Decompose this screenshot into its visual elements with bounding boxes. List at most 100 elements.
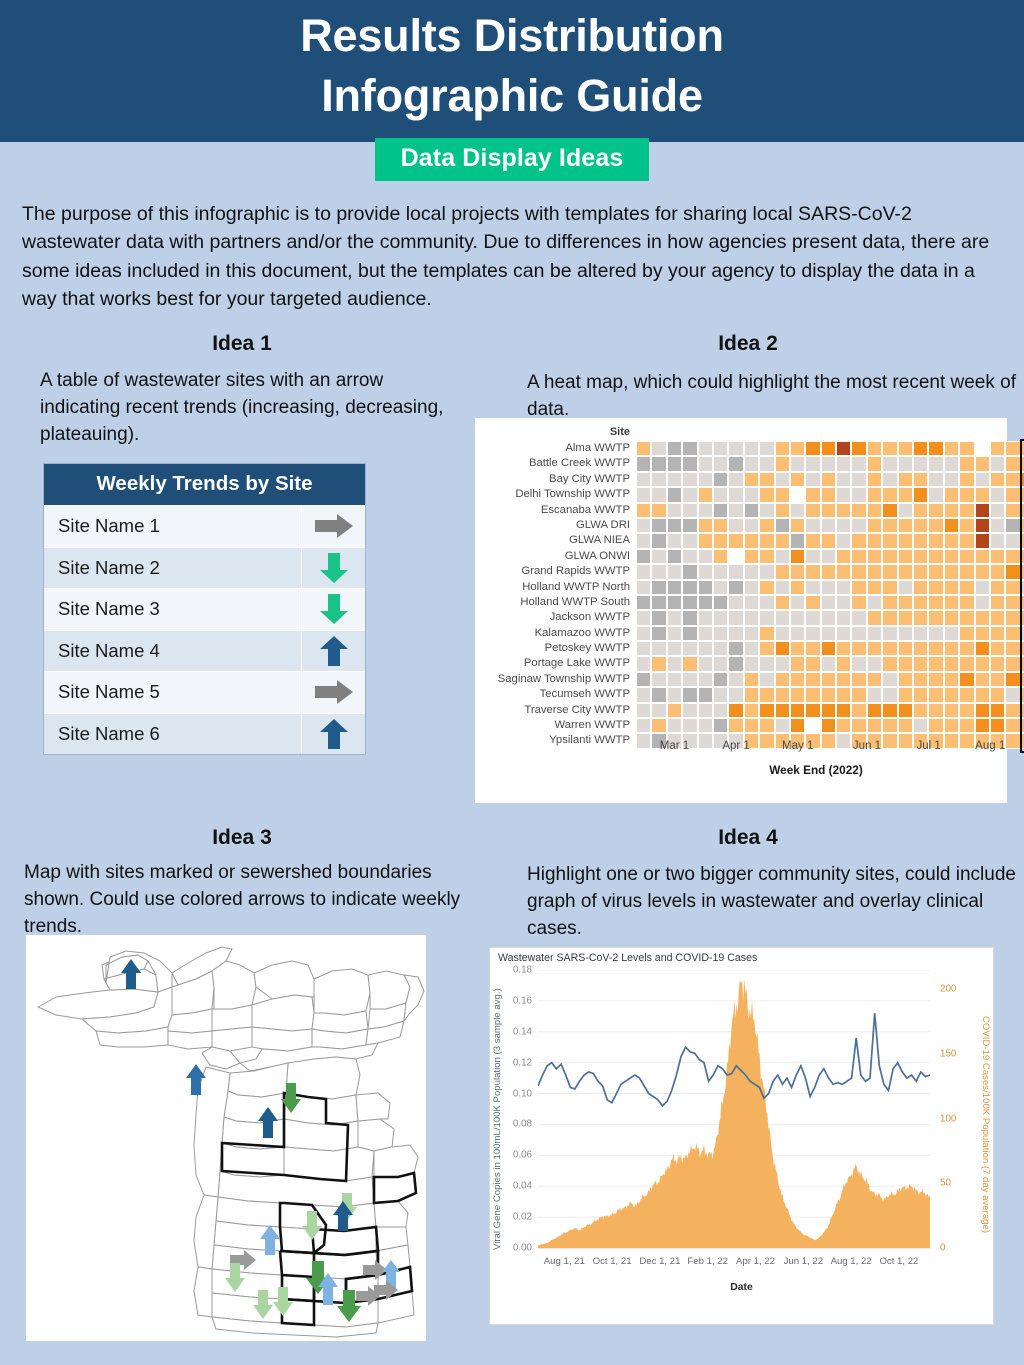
heatmap-cell bbox=[805, 471, 821, 488]
heatmap-cell bbox=[682, 548, 698, 565]
heatmap-cell bbox=[820, 702, 837, 719]
heatmap-cell bbox=[636, 718, 652, 734]
chart-y-tick-left: 0.16 bbox=[512, 995, 532, 1007]
heatmap-x-tick: Jun 1 bbox=[852, 740, 882, 752]
heatmap-cell bbox=[974, 641, 990, 657]
chart-y-tick-left: 0.18 bbox=[512, 964, 532, 976]
chart-title: Wastewater SARS-CoV-2 Levels and COVID-1… bbox=[498, 952, 758, 964]
heatmap-cell bbox=[943, 441, 960, 457]
heatmap-cell bbox=[666, 456, 683, 472]
heatmap-cell bbox=[651, 502, 667, 518]
heatmap-cell bbox=[866, 456, 883, 472]
heatmap-cell bbox=[820, 579, 837, 595]
heatmap-cell bbox=[666, 671, 683, 688]
heatmap-cell bbox=[651, 594, 667, 611]
heatmap-cell bbox=[959, 471, 975, 488]
heatmap-cell bbox=[1005, 579, 1021, 595]
heatmap-cell bbox=[974, 579, 990, 595]
heatmap-cell bbox=[897, 441, 914, 457]
michigan-map-svg bbox=[36, 946, 425, 1338]
page-title-line2: Infographic Guide bbox=[321, 69, 703, 121]
heatmap-cell bbox=[774, 718, 790, 734]
heatmap-cell bbox=[820, 487, 837, 503]
heatmap-cell bbox=[697, 625, 713, 642]
heatmap-cell bbox=[836, 517, 852, 534]
heatmap-cell bbox=[805, 610, 821, 626]
heatmap-cell bbox=[1005, 641, 1021, 657]
heatmap-cell bbox=[789, 641, 806, 657]
heatmap-cell bbox=[820, 533, 837, 549]
heatmap-cell bbox=[897, 687, 914, 703]
heatmap-cell bbox=[759, 441, 775, 457]
heatmap-cell bbox=[943, 687, 960, 703]
heatmap-cell bbox=[682, 533, 698, 549]
heatmap-cell bbox=[959, 579, 975, 595]
heatmap-cell bbox=[651, 533, 667, 549]
heatmap-cell bbox=[913, 456, 929, 472]
heatmap-cell bbox=[913, 533, 929, 549]
heatmap-cell bbox=[743, 656, 760, 672]
heatmap-cell bbox=[666, 564, 683, 580]
heatmap-cell bbox=[836, 610, 852, 626]
heatmap-cell bbox=[866, 687, 883, 703]
heatmap-cell bbox=[728, 718, 744, 734]
heatmap-cell bbox=[636, 487, 652, 503]
heatmap-cell bbox=[728, 471, 744, 488]
heatmap-cell bbox=[866, 579, 883, 595]
chart-x-tick: Oct 1, 22 bbox=[879, 1256, 919, 1267]
heatmap-cell bbox=[712, 548, 729, 565]
heatmap-cell bbox=[974, 471, 990, 488]
heatmap-cell bbox=[943, 456, 960, 472]
heatmap-cell bbox=[712, 656, 729, 672]
site-name: Site Name 5 bbox=[58, 681, 160, 703]
heatmap-cell bbox=[989, 671, 1006, 688]
heatmap-cell bbox=[866, 671, 883, 688]
heatmap-cell bbox=[851, 533, 867, 549]
heatmap-cell bbox=[774, 579, 790, 595]
heatmap-cell bbox=[712, 441, 729, 457]
heatmap-cell bbox=[913, 564, 929, 580]
heatmap-row-label: Grand Rapids WWTP bbox=[521, 565, 630, 578]
heatmap-cell bbox=[989, 487, 1006, 503]
heatmap-cell bbox=[1005, 718, 1021, 734]
heatmap-cell bbox=[989, 641, 1006, 657]
heatmap-cell bbox=[974, 517, 990, 534]
heatmap-cell bbox=[974, 456, 990, 472]
idea-4-title: Idea 4 bbox=[718, 826, 778, 849]
heatmap-cell bbox=[636, 687, 652, 703]
heatmap-cell bbox=[1005, 471, 1021, 488]
heatmap-cell bbox=[943, 702, 960, 719]
heatmap-cell bbox=[636, 641, 652, 657]
heatmap-cell bbox=[1005, 671, 1021, 688]
heatmap-cell bbox=[743, 702, 760, 719]
chart-y-tick-left: 0.12 bbox=[512, 1057, 532, 1069]
heatmap-cell bbox=[759, 533, 775, 549]
heatmap-cell bbox=[759, 471, 775, 488]
heatmap-cell bbox=[928, 687, 944, 703]
heatmap-cell bbox=[682, 641, 698, 657]
heatmap-cell bbox=[928, 517, 944, 534]
chart-x-tick: Dec 1, 21 bbox=[639, 1256, 681, 1267]
heatmap-cell bbox=[666, 687, 683, 703]
chart-x-tick: Oct 1, 21 bbox=[592, 1256, 632, 1267]
heatmap-cell bbox=[774, 471, 790, 488]
heatmap-cell bbox=[820, 471, 837, 488]
heatmap-cell bbox=[666, 610, 683, 626]
heatmap-cell bbox=[651, 548, 667, 565]
heatmap-cell bbox=[666, 548, 683, 565]
heatmap-cell bbox=[728, 517, 744, 534]
heatmap-cell bbox=[851, 548, 867, 565]
heatmap-cell bbox=[697, 456, 713, 472]
heatmap-cell bbox=[743, 671, 760, 688]
heatmap-cell bbox=[913, 517, 929, 534]
heatmap-cell bbox=[836, 487, 852, 503]
heatmap-cell bbox=[913, 702, 929, 719]
table-row: Site Name 2 bbox=[44, 546, 365, 588]
heatmap-cell bbox=[959, 718, 975, 734]
heatmap-cell bbox=[836, 502, 852, 518]
heatmap-row-label: Ypsilanti WWTP bbox=[549, 734, 630, 747]
heatmap-cell bbox=[636, 517, 652, 534]
heatmap-cell bbox=[805, 671, 821, 688]
heatmap-cell bbox=[913, 471, 929, 488]
heatmap-grid bbox=[636, 441, 1024, 749]
